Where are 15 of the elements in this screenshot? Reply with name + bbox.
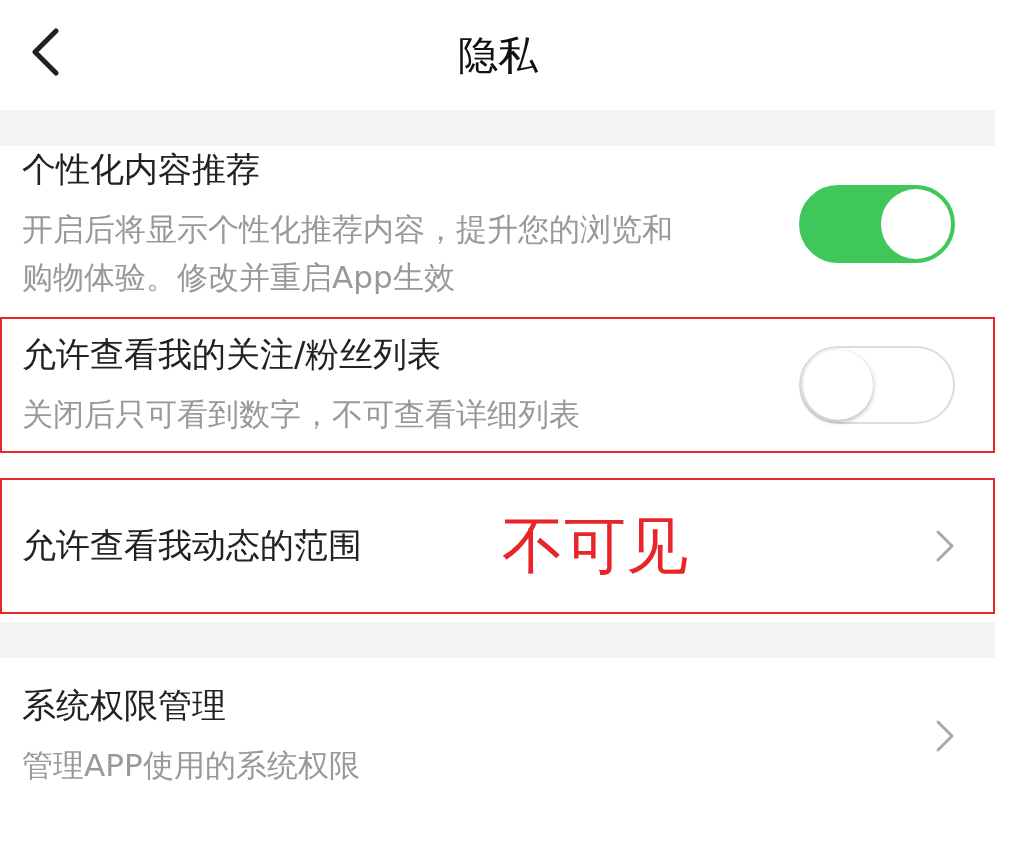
setting-description: 关闭后只可看到数字，不可查看详细列表 [22, 395, 581, 434]
setting-title: 个性化内容推荐 [22, 148, 261, 191]
setting-title: 系统权限管理 [22, 684, 227, 727]
highlighted-setting-row[interactable]: 允许查看我的关注/粉丝列表 关闭后只可看到数字，不可查看详细列表 [0, 317, 995, 453]
page-title: 隐私 [457, 30, 538, 80]
setting-title: 允许查看我动态的范围 [22, 524, 362, 567]
setting-row[interactable]: 系统权限管理 管理APP使用的系统权限 [0, 668, 995, 804]
back-icon[interactable] [30, 28, 60, 76]
highlighted-setting-row[interactable]: 允许查看我动态的范围 不可见 [0, 478, 995, 614]
chevron-icon [935, 719, 955, 753]
setting-description: 管理APP使用的系统权限 [22, 746, 361, 785]
chevron-icon [935, 529, 955, 563]
setting-title: 允许查看我的关注/粉丝列表 [22, 333, 443, 376]
annotation-text: 不可见 [502, 508, 688, 584]
setting-description: 开启后将显示个性化推荐内容，提升您的浏览和购物体验。修改并重启App生效 [22, 210, 674, 297]
